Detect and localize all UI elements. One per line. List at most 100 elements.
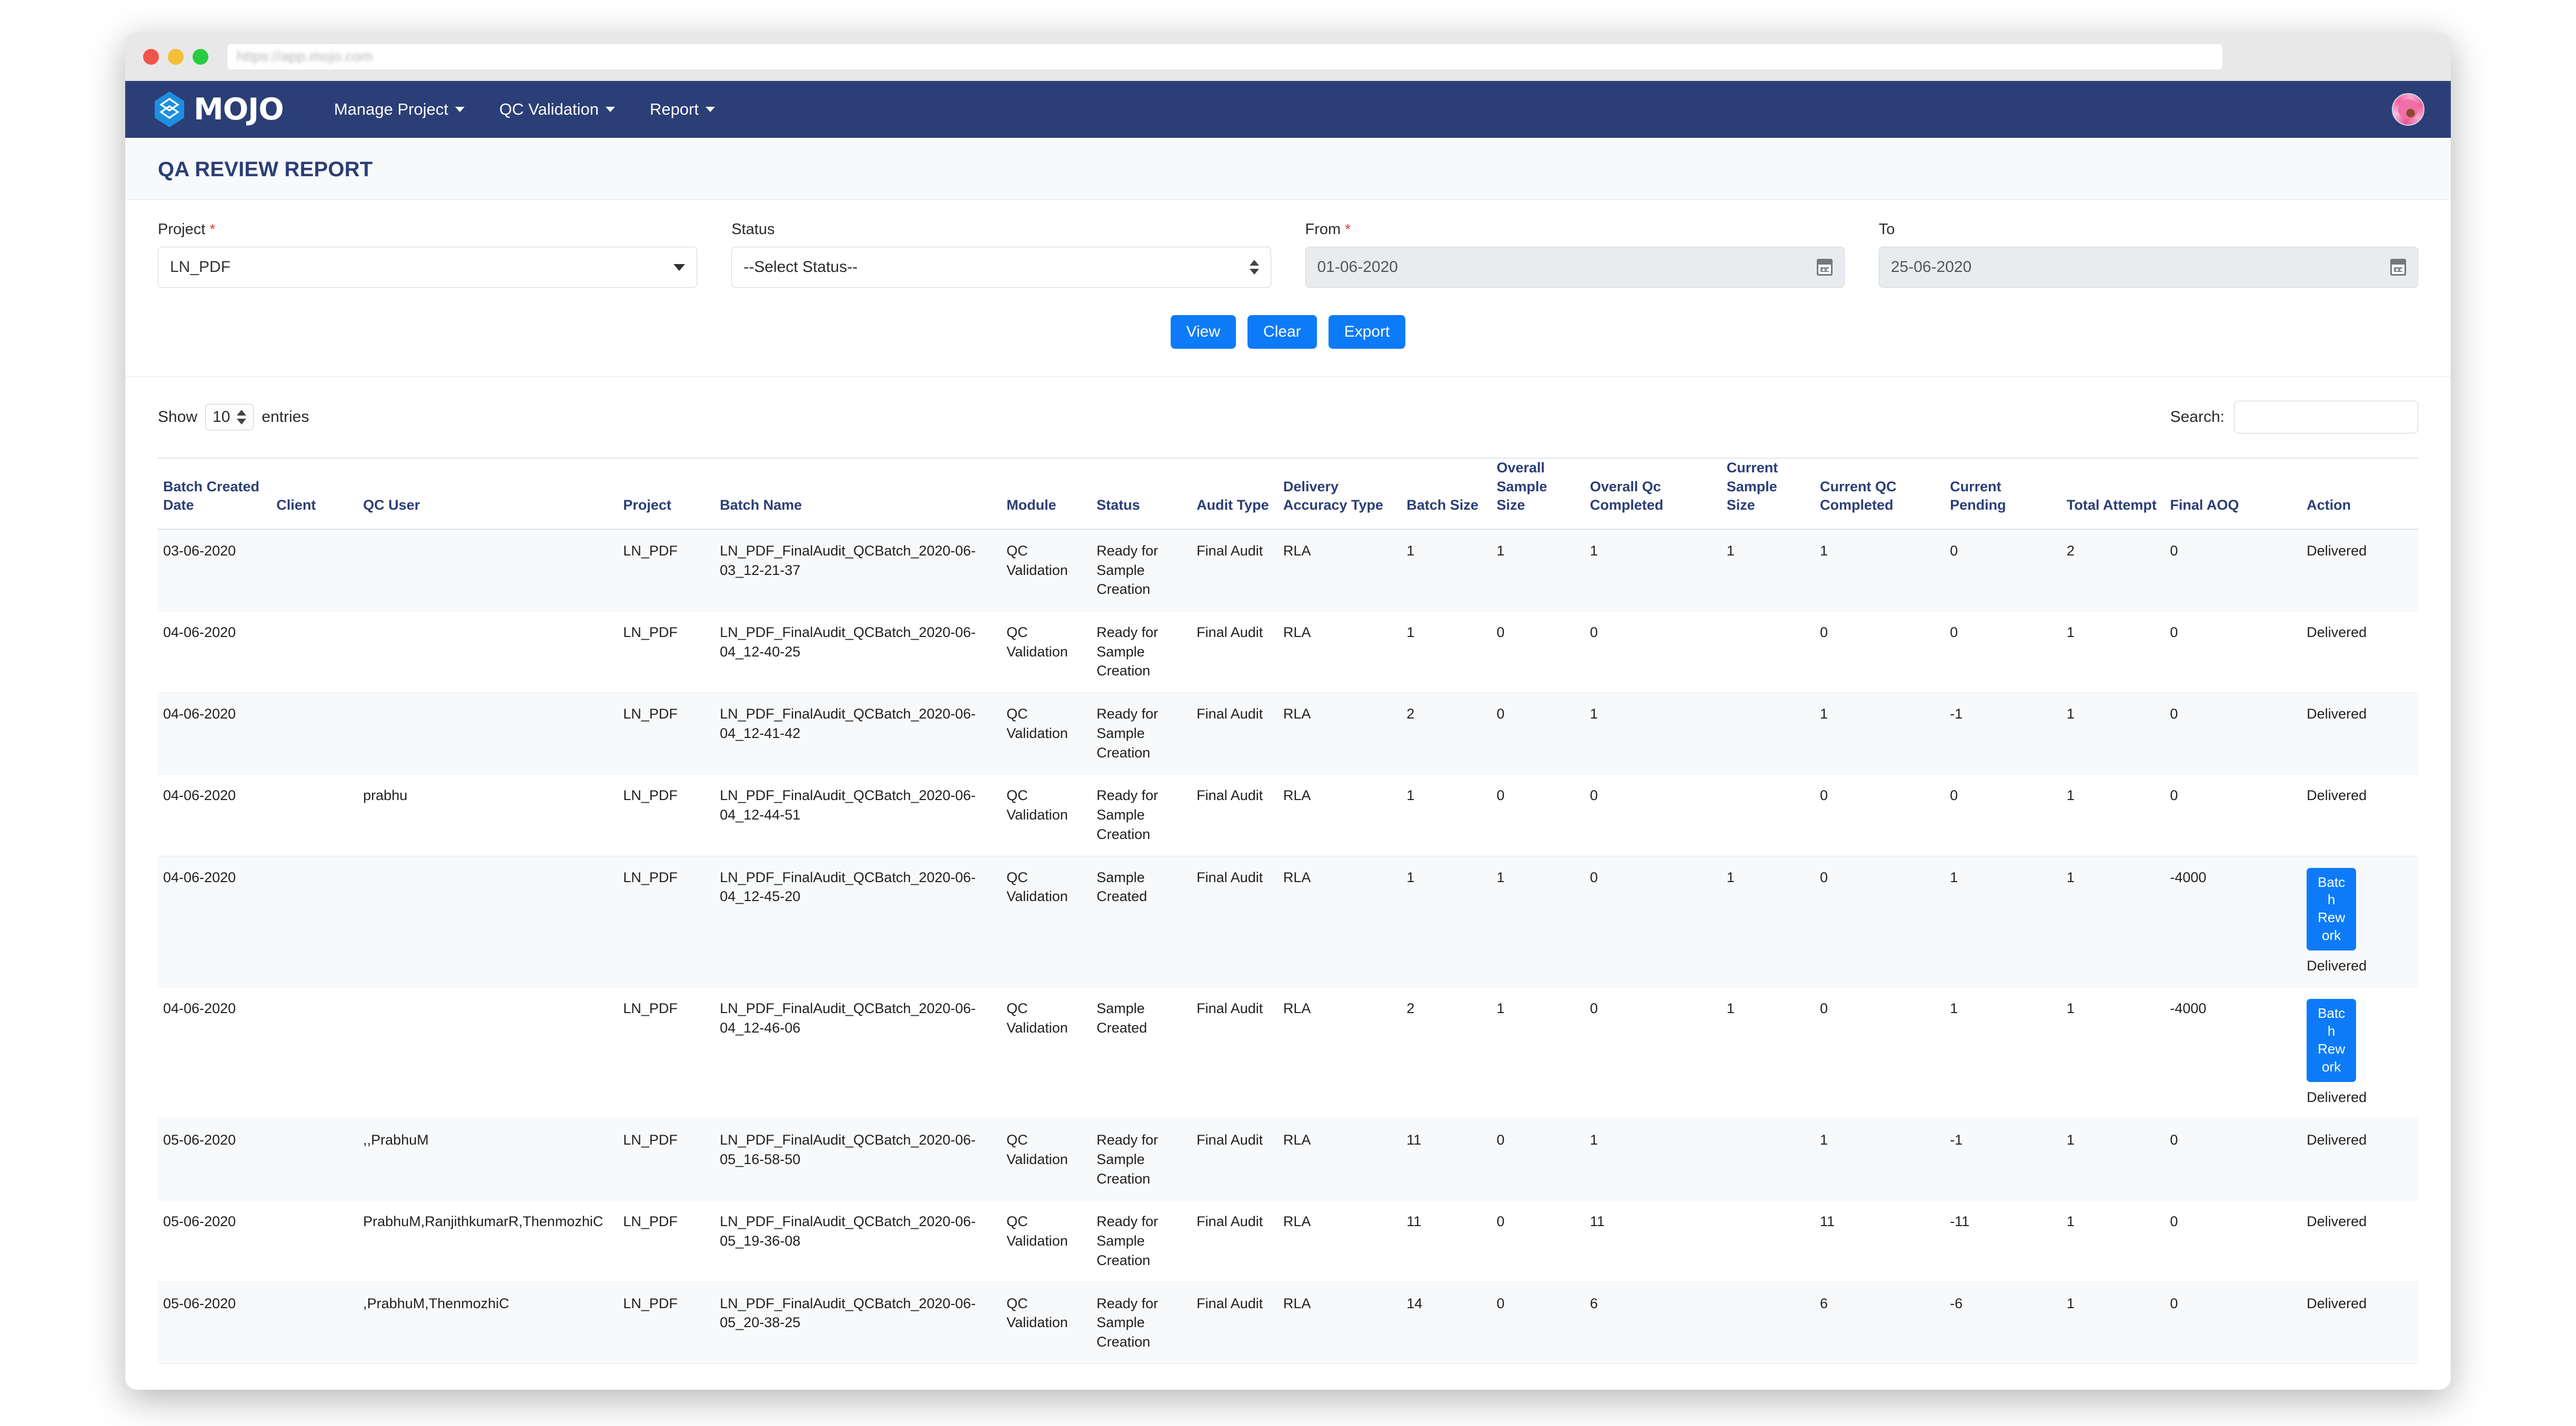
cell-current-qc-completed: 1 — [1815, 1118, 1945, 1201]
cell-total-attempt: 1 — [2061, 774, 2165, 856]
col-overall-sample-size[interactable]: Overall Sample Size — [1491, 458, 1585, 530]
cell-action-status: Delivered — [2301, 692, 2418, 775]
cell-status: Ready for Sample Creation — [1091, 692, 1192, 775]
cell-client — [271, 774, 358, 856]
col-batch-name[interactable]: Batch Name — [715, 458, 1002, 530]
show-entries-control: Show 10 entries — [158, 404, 309, 430]
from-date-input[interactable]: 01-06-2020 — [1305, 247, 1845, 288]
avatar[interactable] — [2392, 93, 2424, 126]
mojo-leaf-logo-icon — [155, 92, 184, 127]
cell-audit-type: Final Audit — [1191, 856, 1278, 988]
cell-qc-user: PrabhuM,RanjithkumarR,ThenmozhiC — [358, 1200, 618, 1282]
window-traffic-lights — [143, 48, 208, 65]
cell-project: LN_PDF — [618, 1118, 715, 1201]
cell-audit-type: Final Audit — [1191, 1200, 1278, 1282]
cell-action-status: Delivered — [2301, 1118, 2418, 1201]
clear-button[interactable]: Clear — [1247, 315, 1317, 349]
col-status[interactable]: Status — [1091, 458, 1192, 530]
cell-client — [271, 1118, 358, 1201]
cell-total-attempt: 1 — [2061, 856, 2165, 988]
nav-item-report[interactable]: Report — [650, 100, 715, 119]
col-project[interactable]: Project — [618, 458, 715, 530]
cell-action-status: Delivered — [2301, 1282, 2418, 1364]
nav-item-manage-project[interactable]: Manage Project — [334, 100, 465, 119]
cell-current-sample-size: 1 — [1721, 856, 1815, 988]
cell-date: 04-06-2020 — [158, 856, 271, 988]
table-row: 04-06-2020 LN_PDF LN_PDF_FinalAudit_QCBatc… — [158, 987, 2418, 1119]
cell-qc-user — [358, 856, 618, 988]
batch-rework-button[interactable]: Batch Rework — [2307, 999, 2357, 1082]
batch-rework-button[interactable]: Batch Rework — [2307, 867, 2357, 950]
cell-status: Ready for Sample Creation — [1091, 1200, 1192, 1282]
cell-current-sample-size: 1 — [1721, 987, 1815, 1119]
browser-window: https://app.mojo.com MOJO Manage Project… — [125, 33, 2451, 1390]
cell-module: QC Validation — [1001, 529, 1092, 612]
cell-project: LN_PDF — [618, 856, 715, 988]
cell-module: QC Validation — [1001, 987, 1092, 1119]
search-input[interactable] — [2234, 401, 2418, 433]
col-delivery-accuracy-type[interactable]: Delivery Accuracy Type — [1277, 458, 1402, 530]
status-select[interactable]: --Select Status-- — [731, 247, 1271, 288]
search-label: Search: — [2170, 408, 2225, 426]
cell-status: Sample Created — [1091, 987, 1192, 1119]
close-window-button[interactable] — [143, 48, 159, 65]
cell-delivery-accuracy-type: RLA — [1277, 529, 1402, 612]
entries-per-page-select[interactable]: 10 — [205, 404, 254, 430]
entries-value: 10 — [213, 408, 230, 426]
col-current-qc-completed[interactable]: Current QC Completed — [1815, 458, 1945, 530]
cell-final-aoq: 0 — [2165, 1282, 2302, 1364]
cell-status: Ready for Sample Creation — [1091, 529, 1192, 612]
cell-overall-sample-size: 0 — [1491, 1118, 1585, 1201]
cell-batch-size: 14 — [1401, 1282, 1492, 1364]
table-row: 05-06-2020 PrabhuM,RanjithkumarR,Thenmozh… — [158, 1200, 2418, 1282]
nav-item-qc-validation[interactable]: QC Validation — [499, 100, 615, 119]
view-button[interactable]: View — [1170, 315, 1236, 349]
col-action[interactable]: Action — [2301, 458, 2418, 530]
col-overall-qc-completed[interactable]: Overall Qc Completed — [1584, 458, 1722, 530]
brand-logo[interactable]: MOJO — [153, 90, 284, 128]
cell-audit-type: Final Audit — [1191, 692, 1278, 775]
filter-panel: Project * LN_PDF Status --Select Status-… — [125, 200, 2451, 377]
cell-batch-size: 11 — [1401, 1200, 1492, 1282]
cell-final-aoq: 0 — [2165, 1118, 2302, 1201]
col-module[interactable]: Module — [1001, 458, 1092, 530]
minimize-window-button[interactable] — [168, 48, 184, 65]
cell-module: QC Validation — [1001, 1118, 1092, 1201]
cell-action-status: Delivered — [2301, 1200, 2418, 1282]
col-total-attempt[interactable]: Total Attempt — [2061, 458, 2165, 530]
cell-project: LN_PDF — [618, 692, 715, 775]
calendar-icon[interactable] — [1816, 259, 1833, 276]
calendar-icon[interactable] — [2390, 259, 2406, 276]
maximize-window-button[interactable] — [193, 48, 208, 65]
cell-batch-name: LN_PDF_FinalAudit_QCBatch_2020-06-04_12-… — [715, 856, 1002, 988]
cell-current-pending: 0 — [1945, 611, 2061, 693]
cell-batch-name: LN_PDF_FinalAudit_QCBatch_2020-06-05_19-… — [715, 1200, 1002, 1282]
cell-client — [271, 611, 358, 693]
col-final-aoq[interactable]: Final AOQ — [2165, 458, 2302, 530]
cell-qc-user — [358, 529, 618, 612]
cell-project: LN_PDF — [618, 774, 715, 856]
col-current-sample-size[interactable]: Current Sample Size — [1721, 458, 1815, 530]
col-client[interactable]: Client — [271, 458, 358, 530]
cell-date: 04-06-2020 — [158, 987, 271, 1119]
col-batch-size[interactable]: Batch Size — [1401, 458, 1492, 530]
col-qc-user[interactable]: QC User — [358, 458, 618, 530]
export-button[interactable]: Export — [1328, 315, 1406, 349]
cell-current-pending: 1 — [1945, 987, 2061, 1119]
cell-overall-qc-completed: 0 — [1584, 987, 1722, 1119]
field-project: Project * LN_PDF — [158, 221, 698, 288]
to-label: To — [1878, 221, 1895, 238]
col-current-pending[interactable]: Current Pending — [1945, 458, 2061, 530]
cell-overall-sample-size: 1 — [1491, 987, 1585, 1119]
col-batch-created-date[interactable]: Batch Created Date — [158, 458, 271, 530]
cell-batch-name: LN_PDF_FinalAudit_QCBatch_2020-06-04_12-… — [715, 774, 1002, 856]
project-select[interactable]: LN_PDF — [158, 247, 698, 288]
col-audit-type[interactable]: Audit Type — [1191, 458, 1278, 530]
cell-audit-type: Final Audit — [1191, 529, 1278, 612]
action-status-text: Delivered — [2307, 957, 2367, 974]
field-status: Status --Select Status-- — [731, 221, 1271, 288]
to-date-input[interactable]: 25-06-2020 — [1878, 247, 2418, 288]
cell-audit-type: Final Audit — [1191, 774, 1278, 856]
cell-current-qc-completed: 0 — [1815, 774, 1945, 856]
address-bar[interactable]: https://app.mojo.com — [227, 44, 2222, 69]
